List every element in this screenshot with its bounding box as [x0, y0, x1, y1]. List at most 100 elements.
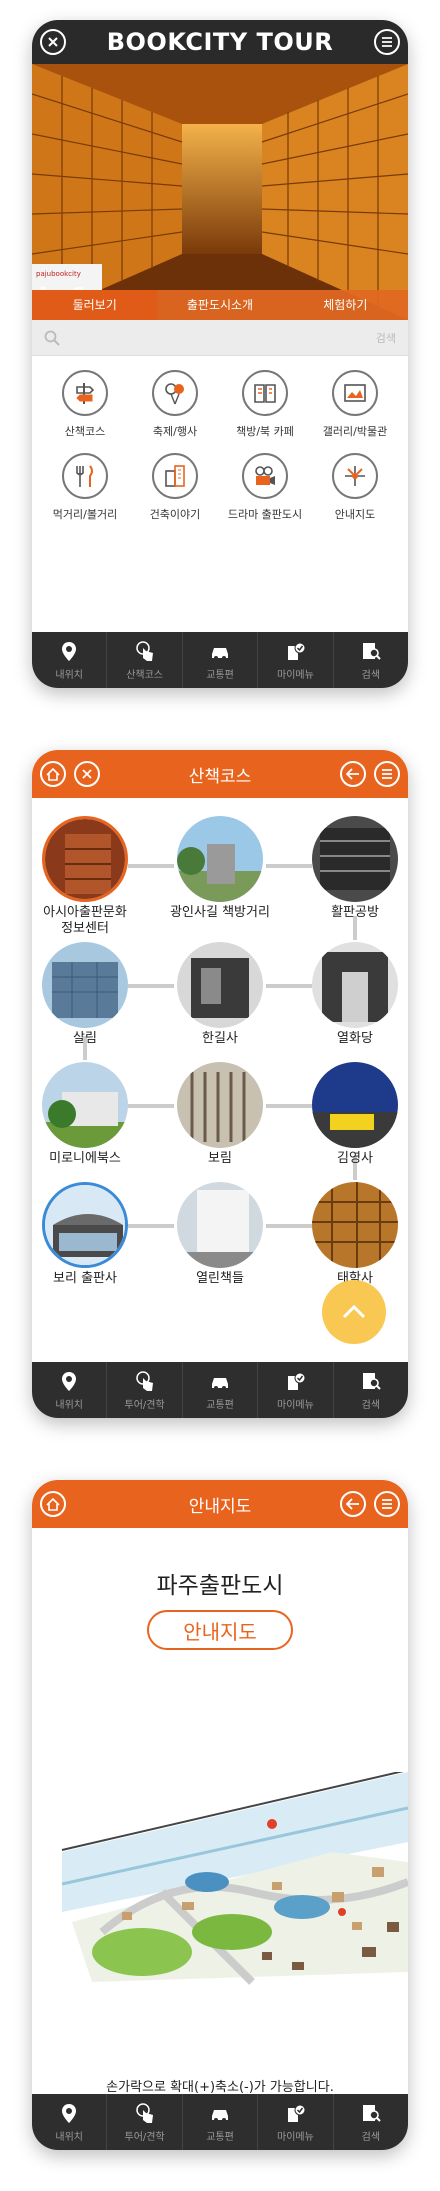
menu-button[interactable] [374, 29, 400, 55]
map-icon [332, 453, 378, 499]
course-item[interactable]: 보림 [165, 1062, 275, 1167]
zoom-hint: 손가락으로 확대(+)축소(-)가 가능합니다. [106, 2080, 334, 2095]
tab-label: 내위치 [55, 669, 83, 681]
course-label: 열화당 [337, 1031, 373, 1046]
course-label: 아시아출판문화 정보센터 [43, 905, 127, 936]
bookshelf-photo: pajubookcity info [32, 64, 408, 320]
chevron-up-icon [342, 1305, 366, 1319]
course-item[interactable]: 열린책들 [165, 1182, 275, 1287]
menu-gallery[interactable]: 갤러리/박물관 [310, 370, 400, 439]
book-icon [242, 370, 288, 416]
tab-search[interactable]: 검색 [334, 632, 408, 688]
course-photo [177, 942, 263, 1028]
touch-icon [135, 1370, 153, 1391]
course-item[interactable]: 미로니에북스 [32, 1062, 140, 1167]
camera-icon [242, 453, 288, 499]
menu-architecture[interactable]: 건축이야기 [130, 453, 220, 522]
tab-search[interactable]: 검색 [334, 2094, 408, 2150]
tab-label: 교통편 [206, 669, 234, 681]
tab-city-intro[interactable]: 출판도시소개 [157, 290, 282, 320]
car-icon [212, 647, 229, 660]
tab-my-menu[interactable]: 마이메뉴 [258, 2094, 334, 2150]
search-button[interactable]: 검색 [376, 330, 396, 346]
close-button[interactable] [74, 761, 100, 787]
tab-tour[interactable]: 투어/견학 [107, 1362, 183, 1418]
tab-search[interactable]: 검색 [334, 1362, 408, 1418]
course-item[interactable]: 활판공방 [300, 816, 408, 921]
menu-button[interactable] [374, 1491, 400, 1517]
course-photo [42, 1062, 128, 1148]
course-label: 미로니에북스 [49, 1151, 121, 1166]
course-item[interactable]: 아시아출판문화 정보센터 [32, 816, 140, 937]
course-photo [42, 816, 128, 902]
menu-guide-map[interactable]: 안내지도 [310, 453, 400, 522]
tab-my-menu[interactable]: 마이메뉴 [258, 1362, 334, 1418]
tab-transport[interactable]: 교통편 [183, 2094, 259, 2150]
tab-browse[interactable]: 둘러보기 [32, 290, 158, 320]
close-button[interactable] [40, 29, 66, 55]
tab-walking-course[interactable]: 산책코스 [107, 632, 183, 688]
course-item[interactable]: 김영사 [300, 1062, 408, 1167]
home-button[interactable] [40, 1491, 66, 1517]
menu-label: 드라마 출판도시 [227, 508, 303, 521]
menu-label: 축제/행사 [152, 425, 198, 438]
tab-label: 마이메뉴 [277, 1399, 314, 1411]
tab-my-location[interactable]: 내위치 [32, 632, 108, 688]
course-photo [177, 1182, 263, 1268]
menu-button[interactable] [374, 761, 400, 787]
home-icon [46, 1497, 60, 1511]
menu-bookstore[interactable]: 책방/북 카페 [220, 370, 310, 439]
tab-my-location[interactable]: 내위치 [32, 1362, 108, 1418]
tab-my-location[interactable]: 내위치 [32, 2094, 108, 2150]
course-photo [42, 942, 128, 1028]
category-menu: 산책코스 축제/행사 책방/북 카페 갤러리/박물관 먹거리/볼거리 건축이야기… [40, 370, 400, 522]
course-item[interactable]: 광인사길 책방거리 [165, 816, 275, 921]
menu-food[interactable]: 먹거리/볼거리 [40, 453, 130, 522]
touch-icon [135, 640, 153, 661]
search-input[interactable] [60, 330, 376, 345]
course-label: 살림 [73, 1031, 97, 1046]
gallery-icon [332, 370, 378, 416]
hamburger-icon [382, 37, 392, 47]
course-item[interactable]: 열화당 [300, 942, 408, 1047]
course-photo [312, 816, 398, 902]
back-arrow-icon [346, 1498, 359, 1510]
tab-label: 검색 [361, 2131, 381, 2143]
tab-tour[interactable]: 투어/견학 [107, 2094, 183, 2150]
close-icon [48, 37, 58, 47]
menu-label: 책방/북 카페 [236, 425, 294, 438]
search-doc-icon [362, 1372, 381, 1390]
illustrated-map[interactable] [32, 1772, 408, 1992]
tab-transport[interactable]: 교통편 [183, 1362, 259, 1418]
tab-label: 내위치 [55, 2131, 83, 2143]
menu-festival[interactable]: 축제/행사 [130, 370, 220, 439]
hamburger-icon [382, 769, 392, 779]
course-photo [312, 942, 398, 1028]
guide-map-screen: 안내지도 파주출판도시 안내지도 손가락으로 확대(+)축소(-)가 가능합니다… [32, 1480, 408, 2150]
tab-label: 교통편 [206, 1399, 234, 1411]
tab-label: 검색 [361, 669, 381, 681]
scroll-top-button[interactable] [322, 1280, 386, 1344]
home-button[interactable] [40, 761, 66, 787]
course-label: 보리 출판사 [53, 1271, 117, 1286]
course-item[interactable]: 살림 [32, 942, 140, 1047]
back-button[interactable] [340, 761, 366, 787]
screen-header: 안내지도 [32, 1480, 408, 1528]
tab-my-menu[interactable]: 마이메뉴 [258, 632, 334, 688]
tab-label: 투어/견학 [124, 2131, 165, 2143]
tab-experience[interactable]: 체험하기 [283, 290, 408, 320]
course-item[interactable]: 보리 출판사 [32, 1182, 140, 1287]
course-item[interactable]: 한길사 [165, 942, 275, 1047]
menu-drama[interactable]: 드라마 출판도시 [220, 453, 310, 522]
search-doc-icon [362, 642, 381, 660]
back-button[interactable] [340, 1491, 366, 1517]
tab-transport[interactable]: 교통편 [183, 632, 259, 688]
course-item[interactable]: 태학사 [300, 1182, 408, 1287]
course-label: 김영사 [337, 1151, 373, 1166]
tab-label: 산책코스 [126, 669, 164, 681]
hero-store-sign: pajubookcity [36, 270, 81, 278]
search-doc-icon [362, 2104, 381, 2122]
course-label: 한길사 [202, 1031, 238, 1046]
menu-walking-course[interactable]: 산책코스 [40, 370, 130, 439]
map-heading: 파주출판도시 [156, 1573, 284, 1599]
